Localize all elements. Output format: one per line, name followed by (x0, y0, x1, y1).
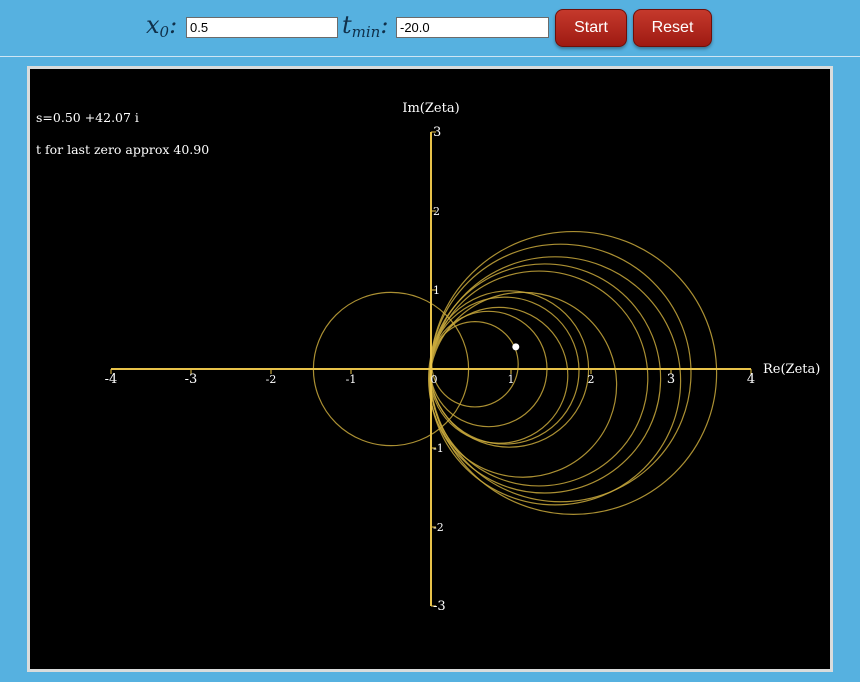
control-bar: x0: tmin: Start Reset (0, 0, 860, 57)
plot-area: -4 -3 -2 -1 0 1 2 3 4 -3 -2 -1 1 2 3 Re(Zeta) Im(Zeta)… (27, 66, 833, 672)
y-tick-label: -2 (433, 521, 444, 534)
y-tick-label: -1 (433, 442, 444, 455)
tmin-label: tmin: (342, 11, 389, 41)
x-tick-label: 3 (667, 372, 675, 387)
tmin-input[interactable] (396, 17, 549, 38)
zeta-curve (312, 230, 718, 515)
x-tick-label: 0 (431, 373, 438, 386)
x0-label: x0: (146, 11, 178, 41)
curve-loop-5 (429, 296, 580, 445)
curve-loop-8 (429, 270, 649, 487)
s-value-text: s=0.50 +42.07 i (36, 110, 139, 125)
x0-input[interactable] (186, 17, 338, 38)
y-tick-label: 1 (433, 284, 440, 297)
y-tick-label: -3 (433, 599, 446, 614)
y-tick-label: 2 (433, 205, 440, 218)
x-tick-label: 4 (747, 372, 755, 387)
y-tick-label: 3 (433, 125, 441, 140)
x-tick-label: -4 (105, 372, 118, 387)
current-point (512, 343, 520, 351)
curve-loop-11 (429, 243, 692, 503)
x-tick-label: -3 (185, 372, 198, 387)
x-tick-label: -1 (346, 373, 357, 386)
x-tick-label: -2 (266, 373, 277, 386)
x-tick-label: 1 (508, 373, 515, 386)
start-button[interactable]: Start (555, 9, 627, 47)
zeta-plot: -4 -3 -2 -1 0 1 2 3 4 -3 -2 -1 1 2 3 Re(Zeta) Im(Zeta) (105, 101, 821, 614)
reset-button[interactable]: Reset (633, 9, 712, 47)
last-zero-text: t for last zero approx 40.90 (36, 142, 210, 157)
x-axis-label: Re(Zeta) (763, 362, 820, 377)
y-axis-label: Im(Zeta) (402, 101, 459, 116)
x-tick-label: 2 (588, 373, 595, 386)
